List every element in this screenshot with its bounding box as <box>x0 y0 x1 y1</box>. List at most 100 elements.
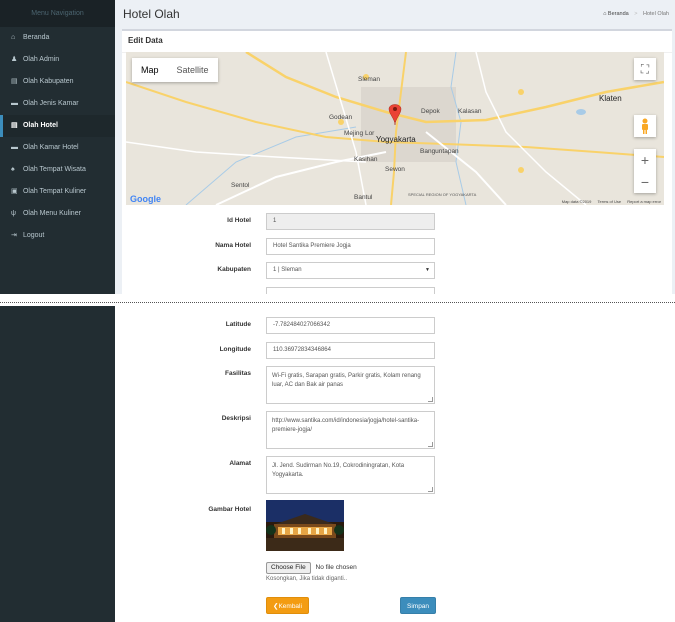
cutlery-icon: ψ <box>11 210 16 217</box>
map-report-link[interactable]: Report a map error <box>627 199 661 204</box>
hotel-photo <box>266 500 344 551</box>
sidebar-item-olah-kamar-hotel[interactable]: ▬ Olah Kamar Hotel <box>0 137 115 159</box>
map-junction <box>518 167 524 173</box>
sidebar-item-label: Olah Kamar Hotel <box>22 144 79 151</box>
sidebar-item-olah-tempat-kuliner[interactable]: ▣ Olah Tempat Kuliner <box>0 181 115 203</box>
building-icon: ▤ <box>11 122 18 129</box>
latitude-field[interactable]: -7.782484027066342 <box>266 317 435 334</box>
page-title: Hotel Olah <box>123 7 180 21</box>
sidebar-item-olah-kabupaten[interactable]: ▤ Olah Kabupaten <box>0 71 115 93</box>
sidebar-item-olah-hotel[interactable]: ▤ Olah Hotel <box>0 115 115 137</box>
kabupaten-select[interactable]: 1 | Sleman ▼ <box>266 262 435 279</box>
form-row-kabupaten: Kabupaten 1 | Sleman ▼ <box>115 262 675 279</box>
resize-grip-icon[interactable] <box>428 397 433 402</box>
user-icon: ♟ <box>11 56 18 63</box>
sidebar-item-logout[interactable]: ⇥ Logout <box>0 225 115 247</box>
google-logo-text: Google <box>130 194 161 204</box>
fasilitas-text: Wi-Fi gratis, Sarapan gratis, Parkir gra… <box>272 373 421 388</box>
map-tab-map[interactable]: Map <box>132 58 168 82</box>
longitude-label: Longitude <box>219 346 251 353</box>
form-row-longitude: Longitude 110.36972834346864 <box>115 342 675 359</box>
map-place-label: Sleman <box>358 76 381 83</box>
sidebar-header: Menu Navigation <box>0 0 115 27</box>
form-row-latitude: Latitude -7.782484027066342 <box>115 317 675 334</box>
hotel-name-field[interactable]: Hotel Santika Premiere Jogja <box>266 238 435 255</box>
deskripsi-textarea[interactable]: http://www.santika.com/id/indonesia/jogj… <box>266 411 435 449</box>
chevron-down-icon: ▼ <box>425 267 430 273</box>
map-place-label: Depok <box>421 108 440 115</box>
map-junction <box>518 89 524 95</box>
resize-grip-icon[interactable] <box>428 442 433 447</box>
file-hint: Kosongkan, Jika tidak diganti.. <box>266 576 348 582</box>
file-input[interactable]: Choose File No file chosen <box>266 562 357 574</box>
bed-icon: ▬ <box>11 144 18 151</box>
map-place-label: Godean <box>329 114 353 121</box>
alamat-textarea[interactable]: Jl. Jend. Sudirman No.19, Cokrodiningrat… <box>266 456 435 494</box>
map-place-label: Sentol <box>231 182 250 189</box>
sidebar-item-label: Beranda <box>22 34 50 41</box>
sidebar-item-label: Logout <box>22 232 45 239</box>
save-button[interactable]: Simpan <box>400 597 437 614</box>
home-icon: ⌂ <box>11 34 16 41</box>
box-title: Edit Data <box>128 36 163 45</box>
home-icon: ⌂ <box>603 11 607 17</box>
back-button[interactable]: ❮Kembali <box>266 597 309 614</box>
bottom-screen-section: Latitude -7.782484027066342 Longitude 11… <box>0 306 675 622</box>
map-lake <box>576 109 586 115</box>
map-place-label: Bantul <box>354 194 373 201</box>
sidebar-item-beranda[interactable]: ⌂ Beranda <box>0 27 115 49</box>
building-icon: ▤ <box>11 78 18 85</box>
pegman-icon[interactable] <box>634 115 656 137</box>
form-row-gambar: Gambar Hotel <box>115 502 675 519</box>
fullscreen-icon[interactable]: ⛶ <box>634 58 656 80</box>
map-place-label: Kalasan <box>458 108 482 115</box>
map-place-label: Banguntapan <box>420 148 459 155</box>
sidebar-item-label: Olah Jenis Kamar <box>22 100 79 107</box>
zoom-in-icon[interactable]: + <box>634 149 656 171</box>
map-place-label: Mejing Lor <box>344 130 375 137</box>
zoom-out-icon[interactable]: − <box>634 171 656 193</box>
sidebar-item-label: Olah Hotel <box>22 122 58 129</box>
map-terms-link[interactable]: Terms of Use <box>598 199 622 204</box>
content-header: Hotel Olah ⌂ Beranda > Hotel Olah <box>115 0 675 29</box>
sidebar-item-olah-menu-kuliner[interactable]: ψ Olah Menu Kuliner <box>0 203 115 225</box>
file-status: No file chosen <box>315 564 357 571</box>
choose-file-button[interactable]: Choose File <box>266 562 311 574</box>
partial-field[interactable] <box>266 287 435 294</box>
kabupaten-label: Kabupaten <box>217 266 251 273</box>
form-row-fasilitas: Fasilitas Wi-Fi gratis, Sarapan gratis, … <box>115 366 675 404</box>
back-button-label: Kembali <box>278 603 302 610</box>
id-field[interactable]: 1 <box>266 213 435 230</box>
main-content-continued: Latitude -7.782484027066342 Longitude 11… <box>115 306 675 622</box>
alamat-text: Jl. Jend. Sudirman No.19, Cokrodiningrat… <box>272 463 405 478</box>
sidebar-item-olah-admin[interactable]: ♟ Olah Admin <box>0 49 115 71</box>
longitude-field[interactable]: 110.36972834346864 <box>266 342 435 359</box>
id-label: Id Hotel <box>227 217 251 224</box>
fasilitas-textarea[interactable]: Wi-Fi gratis, Sarapan gratis, Parkir gra… <box>266 366 435 404</box>
kabupaten-selected-value: 1 | Sleman <box>273 267 302 273</box>
map-tab-satellite[interactable]: Satellite <box>168 58 218 82</box>
sidebar-item-olah-jenis-kamar[interactable]: ▬ Olah Jenis Kamar <box>0 93 115 115</box>
resize-grip-icon[interactable] <box>428 487 433 492</box>
sidebar-item-olah-tempat-wisata[interactable]: ♠ Olah Tempat Wisata <box>0 159 115 181</box>
map-marker-dot <box>393 107 397 111</box>
deskripsi-label: Deskripsi <box>221 415 251 422</box>
sidebar: Menu Navigation ⌂ Beranda ♟ Olah Admin ▤… <box>0 0 115 294</box>
map-place-label: Klaten <box>599 94 622 103</box>
form-row-deskripsi: Deskripsi http://www.santika.com/id/indo… <box>115 411 675 449</box>
form-row-name: Nama Hotel Hotel Santika Premiere Jogja <box>115 238 675 255</box>
form-row-alamat: Alamat Jl. Jend. Sudirman No.19, Cokrodi… <box>115 456 675 494</box>
bell-icon: ♠ <box>11 166 15 173</box>
map-place-label: Sewon <box>385 166 405 173</box>
latitude-label: Latitude <box>225 321 251 328</box>
hotel-photo-image <box>266 500 344 551</box>
fasilitas-label: Fasilitas <box>224 370 251 377</box>
top-screen-section: Menu Navigation ⌂ Beranda ♟ Olah Admin ▤… <box>0 0 675 294</box>
bed-icon: ▬ <box>11 100 18 107</box>
map-place-label: Yogyakarta <box>376 135 416 144</box>
breadcrumb-home-link[interactable]: Beranda <box>608 11 629 17</box>
breadcrumb-separator: > <box>634 11 638 17</box>
breadcrumb-current: Hotel Olah <box>643 11 669 17</box>
sidebar-item-label: Olah Kabupaten <box>22 78 74 85</box>
google-map[interactable]: Sleman Depok Klaten Godean Kalasan Mejin… <box>126 52 664 205</box>
